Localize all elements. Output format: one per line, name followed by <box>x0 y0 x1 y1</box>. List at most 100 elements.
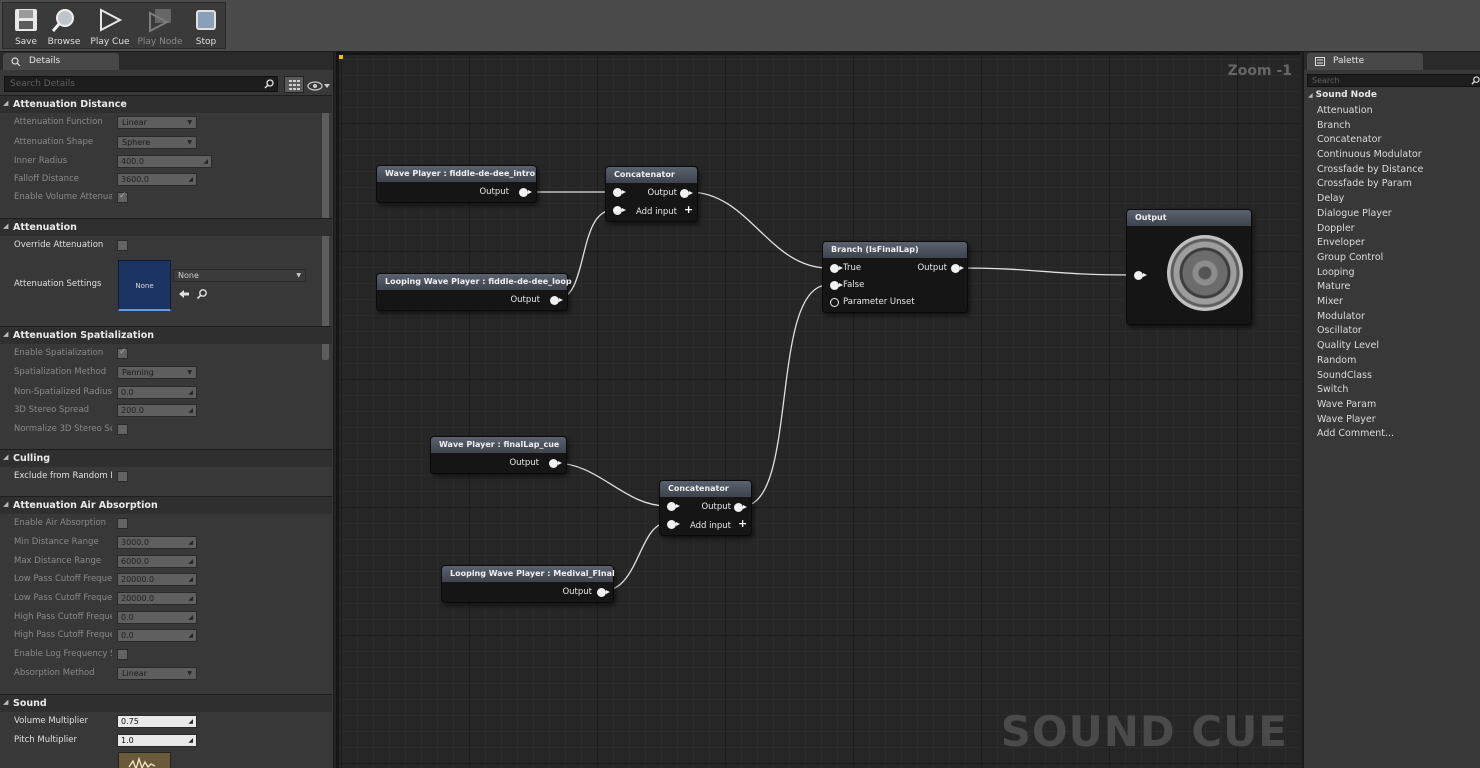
node-concatenator-2[interactable]: Concatenator Output Add input + <box>659 480 752 536</box>
output-pin[interactable] <box>680 189 693 198</box>
palette-item[interactable]: Mature <box>1317 281 1350 292</box>
node-looping-wave-player-loop[interactable]: Looping Wave Player : fiddle-de-dee_loop… <box>376 273 572 311</box>
toolbar-group: Save Browse Play Cue Play Node Stop <box>2 2 226 49</box>
palette-item[interactable]: Quality Level <box>1317 340 1379 351</box>
true-pin[interactable] <box>830 264 843 273</box>
max-distance-label: Max Distance Range <box>14 556 102 566</box>
palette-item[interactable]: Crossfade by Param <box>1317 178 1412 189</box>
palette-item[interactable]: Attenuation <box>1317 105 1373 116</box>
normalize-stereo-checkbox[interactable] <box>117 424 128 435</box>
node-branch[interactable]: Branch (IsFinalLap) True False Parameter… <box>822 241 968 313</box>
spatialization-method-dropdown[interactable]: Panning <box>117 366 197 379</box>
section-attenuation[interactable]: Attenuation <box>0 218 332 236</box>
highpass-max-field[interactable]: 0.0 <box>117 629 197 642</box>
details-tab-label: Details <box>29 56 61 66</box>
palette-item[interactable]: Delay <box>1317 193 1344 204</box>
palette-item[interactable]: Modulator <box>1317 311 1365 322</box>
enable-volume-checkbox[interactable] <box>117 191 128 203</box>
pitch-multiplier-field[interactable]: 1.0 <box>117 734 197 747</box>
false-pin[interactable] <box>830 281 843 290</box>
output-input-pin[interactable] <box>1134 271 1147 280</box>
stop-button[interactable]: Stop <box>183 3 229 50</box>
log-frequency-row: Enable Log Frequency Sc <box>0 646 332 664</box>
exclude-random-checkbox[interactable] <box>117 471 128 482</box>
property-matrix-button[interactable] <box>284 76 304 93</box>
palette-item[interactable]: Dialogue Player <box>1317 208 1392 219</box>
max-distance-field[interactable]: 6000.0 <box>117 555 197 568</box>
palette-item[interactable]: Concatenator <box>1317 134 1381 145</box>
palette-item[interactable]: Crossfade by Distance <box>1317 164 1423 175</box>
view-options-button[interactable] <box>307 78 331 92</box>
highpass-min-field[interactable]: 0.0 <box>117 611 197 624</box>
enable-spatialization-checkbox[interactable] <box>117 347 128 359</box>
palette-item[interactable]: Wave Param <box>1317 399 1376 410</box>
add-input-plus-icon[interactable]: + <box>738 517 747 530</box>
palette-item[interactable]: Group Control <box>1317 252 1383 263</box>
palette-item[interactable]: Doppler <box>1317 223 1355 234</box>
lowpass-min-field[interactable]: 20000.0 <box>117 573 197 586</box>
palette-item[interactable]: Wave Player <box>1317 414 1376 425</box>
attenuation-function-dropdown[interactable]: Linear <box>117 116 197 129</box>
output-pin[interactable] <box>951 264 964 273</box>
browse-asset-icon[interactable] <box>196 288 208 300</box>
min-distance-field[interactable]: 3000.0 <box>117 536 197 549</box>
add-input-plus-icon[interactable]: + <box>684 203 693 216</box>
volume-multiplier-field[interactable]: 0.75 <box>117 715 197 728</box>
play-node-button[interactable]: Play Node <box>137 3 183 50</box>
node-wave-player-finallap[interactable]: Wave Player : finalLap_cue Output <box>430 436 567 474</box>
absorption-method-dropdown[interactable]: Linear <box>117 667 197 680</box>
use-selected-arrow-icon[interactable] <box>178 288 190 300</box>
section-attenuation-distance[interactable]: Attenuation Distance <box>0 95 332 113</box>
play-cue-button[interactable]: Play Cue <box>87 3 133 50</box>
override-attenuation-checkbox[interactable] <box>117 240 128 251</box>
browse-button[interactable]: Browse <box>41 3 87 50</box>
attenuation-shape-dropdown[interactable]: Sphere <box>117 136 197 149</box>
palette-search-input[interactable]: Search <box>1307 74 1480 87</box>
tab-details[interactable]: Details <box>3 53 119 70</box>
palette-add-comment[interactable]: Add Comment... <box>1317 428 1394 439</box>
add-input-label[interactable]: Add input <box>690 521 731 531</box>
palette-item[interactable]: Looping <box>1317 267 1354 278</box>
palette-item[interactable]: Continuous Modulator <box>1317 149 1422 160</box>
inner-radius-field[interactable]: 400.0 <box>117 155 212 168</box>
section-sound[interactable]: Sound <box>0 694 332 712</box>
node-wave-player-intro[interactable]: Wave Player : fiddle-de-dee_intro Output <box>376 165 537 203</box>
log-frequency-checkbox[interactable] <box>117 649 128 660</box>
node-concatenator-1[interactable]: Concatenator Output Add input + <box>605 166 698 222</box>
sound-wave-thumbnail[interactable] <box>118 752 171 768</box>
output-pin[interactable] <box>734 503 747 512</box>
falloff-distance-field[interactable]: 3600.0 <box>117 173 197 186</box>
input-pin-2[interactable] <box>667 520 680 529</box>
input-pin-1[interactable] <box>613 188 626 197</box>
node-output[interactable]: Output <box>1126 209 1252 325</box>
nonspatialized-radius-field[interactable]: 0.0 <box>117 386 197 399</box>
attenuation-asset-dropdown[interactable]: None <box>173 269 306 282</box>
graph-editor[interactable]: Zoom -1 SOUND CUE Wave Player : fiddle-d… <box>336 52 1300 768</box>
parameter-unset-pin[interactable] <box>830 298 839 307</box>
palette-item[interactable]: Enveloper <box>1317 237 1365 248</box>
output-pin[interactable] <box>519 188 532 197</box>
stereo-spread-field[interactable]: 200.0 <box>117 404 197 417</box>
details-search-input[interactable]: Search Details <box>4 76 278 92</box>
palette-item[interactable]: Switch <box>1317 384 1348 395</box>
attenuation-asset-thumbnail[interactable]: None <box>118 260 171 311</box>
enable-air-absorption-checkbox[interactable] <box>117 518 128 529</box>
palette-category-sound-node[interactable]: Sound Node <box>1308 90 1377 100</box>
section-attenuation-air-absorption[interactable]: Attenuation Air Absorption <box>0 496 332 514</box>
palette-item[interactable]: Random <box>1317 355 1356 366</box>
section-culling[interactable]: Culling <box>0 449 332 467</box>
input-pin-1[interactable] <box>667 502 680 511</box>
section-attenuation-spatialization[interactable]: Attenuation Spatialization <box>0 326 332 344</box>
lowpass-max-field[interactable]: 20000.0 <box>117 592 197 605</box>
node-looping-wave-player-medival[interactable]: Looping Wave Player : Medival_FInal Outp… <box>441 565 615 603</box>
palette-item[interactable]: Mixer <box>1317 296 1343 307</box>
output-pin[interactable] <box>550 296 563 305</box>
add-input-label[interactable]: Add input <box>636 207 677 217</box>
tab-palette[interactable]: Palette <box>1307 53 1423 70</box>
palette-item[interactable]: Oscillator <box>1317 325 1362 336</box>
output-pin[interactable] <box>597 588 610 597</box>
palette-item[interactable]: Branch <box>1317 120 1351 131</box>
palette-item[interactable]: SoundClass <box>1317 370 1372 381</box>
input-pin-2[interactable] <box>613 206 626 215</box>
output-pin[interactable] <box>549 459 562 468</box>
